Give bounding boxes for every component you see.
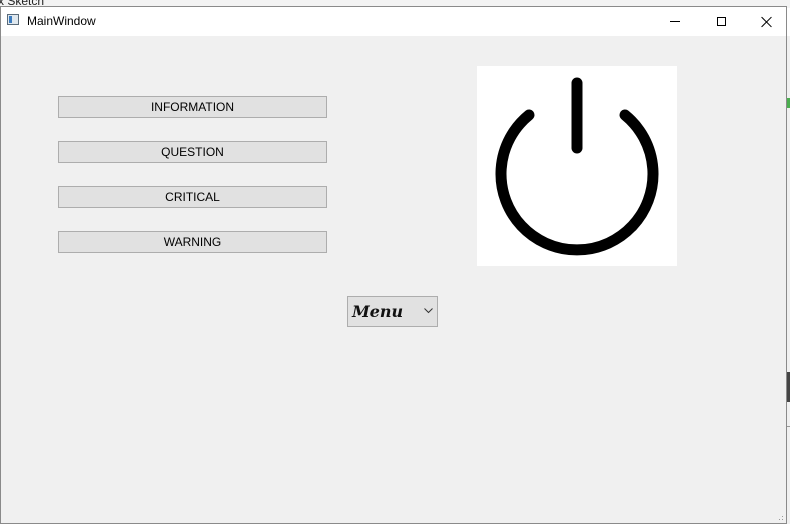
warning-button[interactable]: WARNING (58, 231, 327, 253)
information-button[interactable]: INFORMATION (58, 96, 327, 118)
power-icon (495, 77, 659, 256)
main-window: MainWindow INFORMATION QUESTION CRITICAL… (0, 6, 787, 524)
chevron-down-icon (424, 308, 433, 314)
close-icon (761, 16, 773, 28)
question-button[interactable]: QUESTION (58, 141, 327, 163)
title-bar[interactable]: MainWindow (1, 7, 786, 36)
critical-button[interactable]: CRITICAL (58, 186, 327, 208)
minimize-button[interactable] (652, 7, 698, 36)
resize-grip-icon[interactable] (776, 513, 784, 521)
window-title: MainWindow (27, 14, 96, 28)
menu-combobox[interactable]: Menu (347, 296, 438, 327)
close-button[interactable] (744, 7, 790, 36)
window-app-icon (7, 14, 19, 25)
power-image (477, 66, 677, 266)
menu-combobox-value: Menu (352, 302, 404, 321)
minimize-icon (670, 21, 680, 22)
maximize-button[interactable] (698, 7, 744, 36)
maximize-icon (716, 17, 726, 26)
